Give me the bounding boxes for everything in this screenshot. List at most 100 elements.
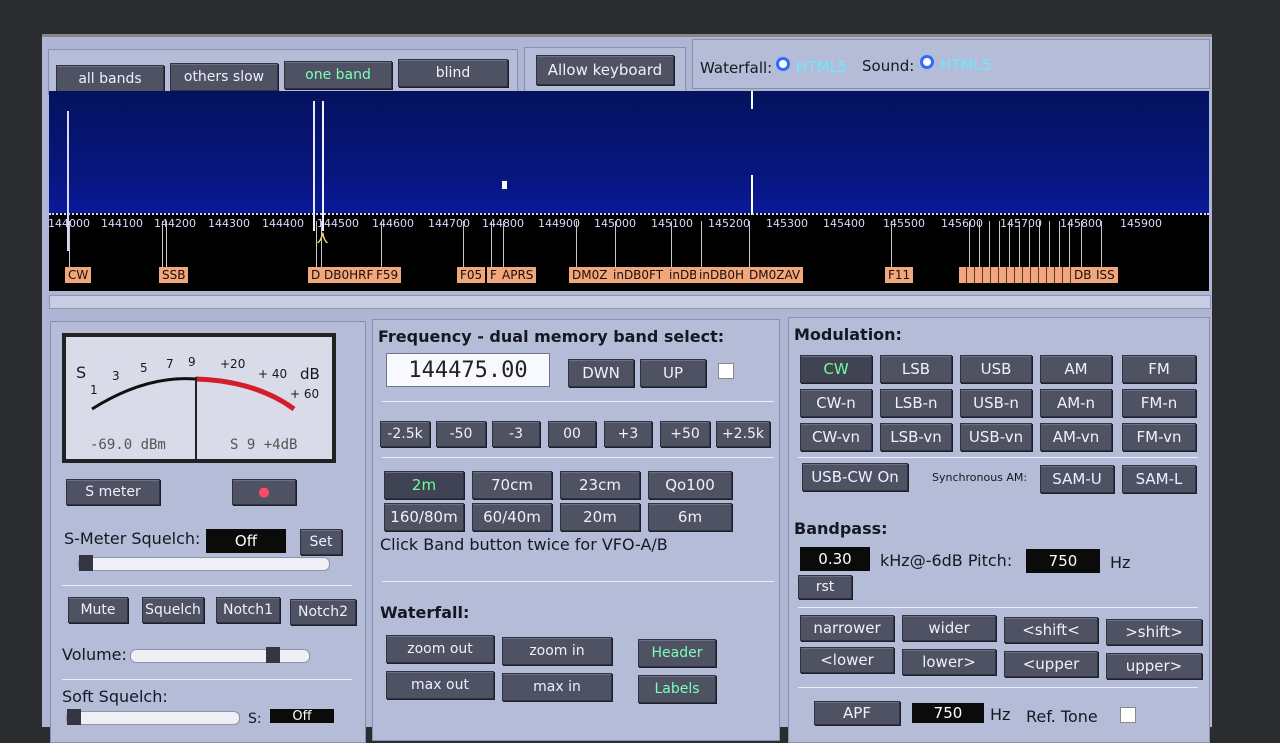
mode-button-lsb-vn[interactable]: LSB-vn — [880, 423, 952, 451]
step-button[interactable]: -3 — [492, 421, 540, 447]
notch2-button[interactable]: Notch2 — [290, 599, 356, 625]
soft-squelch-slider-thumb[interactable] — [67, 709, 81, 725]
squelch-slider[interactable] — [78, 555, 330, 571]
band-button-2m[interactable]: 2m — [384, 471, 464, 499]
ref-tone-checkbox[interactable] — [1120, 707, 1136, 723]
band-tag[interactable]: inDB0FT — [610, 267, 667, 283]
mode-button-lsb[interactable]: LSB — [880, 355, 952, 383]
all-bands-button[interactable]: all bands — [56, 65, 164, 93]
others-slow-button[interactable]: others slow — [170, 63, 278, 91]
band-tag[interactable]: F59 — [373, 267, 402, 283]
frequency-input[interactable]: 144475.00 — [386, 353, 550, 387]
mode-button-lsb-n[interactable]: LSB-n — [880, 389, 952, 417]
wider-button[interactable]: wider — [902, 615, 996, 641]
usb-cw-button[interactable]: USB-CW On — [802, 463, 908, 491]
waterfall-display[interactable]: 144000 144100 144200 144300 144400 14450… — [49, 91, 1209, 291]
mode-button-am[interactable]: AM — [1040, 355, 1112, 383]
labels-toggle-button[interactable]: Labels — [638, 675, 716, 703]
waterfall-spectrum[interactable] — [49, 91, 1209, 213]
mode-button-cw[interactable]: CW — [800, 355, 872, 383]
band-button-70cm[interactable]: 70cm — [472, 471, 552, 499]
step-button[interactable]: +50 — [660, 421, 710, 447]
mode-button-usb-vn[interactable]: USB-vn — [960, 423, 1032, 451]
sound-radio-icon[interactable] — [920, 55, 934, 69]
mode-button-cw-vn[interactable]: CW-vn — [800, 423, 872, 451]
band-button-60-40m[interactable]: 60/40m — [472, 503, 552, 531]
memory-checkbox[interactable] — [718, 363, 734, 379]
band-button-6m[interactable]: 6m — [648, 503, 732, 531]
waterfall-radio-icon[interactable] — [776, 57, 790, 71]
mode-button-cw-n[interactable]: CW-n — [800, 389, 872, 417]
mode-button-am-vn[interactable]: AM-vn — [1040, 423, 1112, 451]
mode-button-usb[interactable]: USB — [960, 355, 1032, 383]
mode-button-fm[interactable]: FM — [1122, 355, 1196, 383]
mode-button-fm-vn[interactable]: FM-vn — [1122, 423, 1196, 451]
narrower-button[interactable]: narrower — [800, 615, 894, 641]
sam-l-button[interactable]: SAM-L — [1122, 465, 1196, 493]
band-tag[interactable]: F — [487, 267, 500, 283]
band-tag[interactable]: DB0HRF — [321, 267, 377, 283]
step-button[interactable]: +3 — [604, 421, 652, 447]
zoom-in-button[interactable]: zoom in — [502, 637, 612, 665]
mode-button-fm-n[interactable]: FM-n — [1122, 389, 1196, 417]
band-tag[interactable]: inDB0H — [696, 267, 748, 283]
band-tag[interactable]: CW — [65, 267, 92, 283]
allow-keyboard-button[interactable]: Allow keyboard — [536, 55, 674, 85]
step-button[interactable]: -2.5k — [380, 421, 430, 447]
pitch-field[interactable]: 750 — [1026, 549, 1100, 573]
blind-button[interactable]: blind — [398, 59, 508, 87]
volume-slider[interactable] — [130, 647, 310, 663]
s-meter-button[interactable]: S meter — [66, 479, 160, 505]
max-in-button[interactable]: max in — [502, 673, 612, 701]
band-tag[interactable]: F05 — [457, 267, 486, 283]
band-button-23cm[interactable]: 23cm — [560, 471, 640, 499]
mute-button[interactable]: Mute — [68, 597, 128, 623]
step-button[interactable]: -50 — [436, 421, 486, 447]
lower-right-button[interactable]: lower> — [902, 649, 996, 675]
soft-squelch-value-field[interactable]: Off — [270, 709, 334, 724]
bandpass-width-field[interactable]: 0.30 — [800, 547, 870, 571]
band-button-20m[interactable]: 20m — [560, 503, 640, 531]
volume-slider-thumb[interactable] — [266, 647, 281, 663]
band-tag-cluster[interactable] — [959, 267, 1071, 283]
header-toggle-button[interactable]: Header — [638, 639, 716, 667]
band-tag[interactable]: DB — [1071, 267, 1095, 283]
squelch-button[interactable]: Squelch — [142, 597, 204, 623]
mode-button-am-n[interactable]: AM-n — [1040, 389, 1112, 417]
notch1-button[interactable]: Notch1 — [216, 597, 280, 623]
soft-squelch-slider[interactable] — [66, 709, 240, 725]
upper-right-button[interactable]: upper> — [1106, 653, 1202, 679]
step-button[interactable]: +2.5k — [716, 421, 770, 447]
zoom-out-button[interactable]: zoom out — [386, 635, 494, 663]
tuning-marker-icon[interactable]: ⋏ — [316, 227, 329, 248]
one-band-button[interactable]: one band — [284, 61, 392, 89]
band-button-160-80m[interactable]: 160/80m — [384, 503, 464, 531]
band-tag[interactable]: DM0ZAV — [746, 267, 804, 283]
squelch-slider-thumb[interactable] — [79, 555, 93, 571]
waterfall-scrollbar[interactable] — [49, 295, 1211, 309]
sam-u-button[interactable]: SAM-U — [1040, 465, 1114, 493]
bandpass-reset-button[interactable]: rst — [798, 575, 852, 599]
band-tag[interactable]: DM0Z — [569, 267, 611, 283]
upper-left-button[interactable]: <upper — [1004, 651, 1098, 677]
squelch-value-field[interactable]: Off — [206, 529, 286, 553]
dwn-button[interactable]: DWN — [568, 359, 634, 387]
band-tag[interactable]: SSB — [159, 267, 189, 283]
apf-value-field[interactable]: 750 — [912, 703, 984, 723]
signal-blip — [502, 181, 507, 189]
shift-right-button[interactable]: >shift> — [1106, 619, 1202, 645]
step-button[interactable]: 00 — [548, 421, 596, 447]
sound-html5-label: HTML5 — [940, 56, 992, 74]
record-button[interactable]: ● — [232, 479, 296, 505]
band-button-qo100[interactable]: Qo100 — [648, 471, 732, 499]
lower-left-button[interactable]: <lower — [800, 647, 894, 673]
squelch-set-button[interactable]: Set — [300, 529, 342, 555]
max-out-button[interactable]: max out — [386, 671, 494, 699]
band-tag[interactable]: APRS — [499, 267, 537, 283]
band-tag[interactable]: ISS — [1093, 267, 1118, 283]
band-tag[interactable]: F11 — [885, 267, 914, 283]
up-button[interactable]: UP — [640, 359, 706, 387]
apf-button[interactable]: APF — [814, 701, 900, 725]
shift-left-button[interactable]: <shift< — [1004, 617, 1098, 643]
mode-button-usb-n[interactable]: USB-n — [960, 389, 1032, 417]
